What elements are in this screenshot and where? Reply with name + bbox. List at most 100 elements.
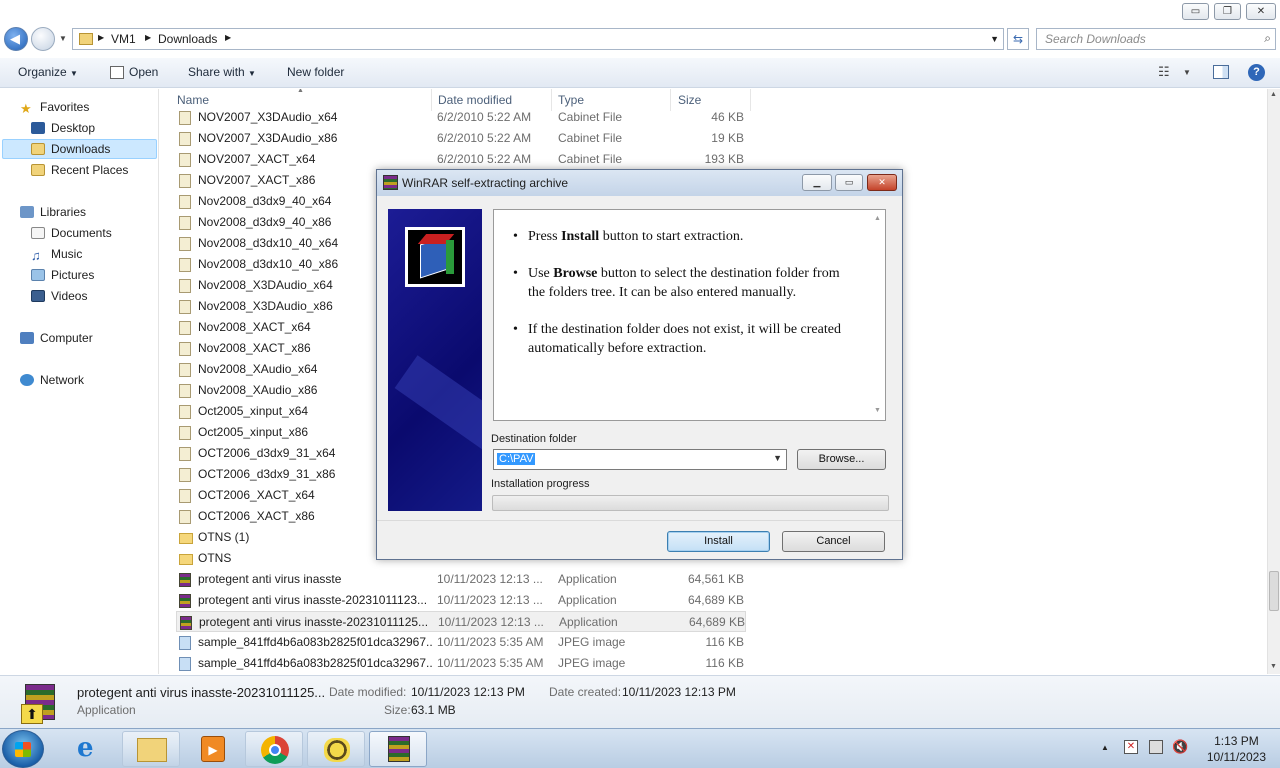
breadcrumb-vm1[interactable]: VM1 [111,32,136,46]
nav-videos[interactable]: Videos [31,286,87,306]
maximize-button[interactable]: ❐ [1214,3,1241,20]
computer-icon [20,332,34,344]
taskbar-media-player[interactable]: ▶ [184,731,242,767]
dialog-close-button[interactable]: ✕ [867,174,897,191]
file-date-modified: 10/11/2023 5:35 AM [437,635,544,649]
address-bar[interactable]: ▶ VM1 ▶ Downloads ▶ ▼ [72,28,1004,50]
minimize-button[interactable]: ▭ [1182,3,1209,20]
column-divider[interactable] [750,89,751,111]
help-icon[interactable]: ? [1248,64,1265,81]
chevron-down-icon[interactable]: ▼ [773,453,782,463]
chevron-down-icon[interactable]: ▼ [1183,68,1191,77]
destination-folder-combobox[interactable]: C:\PAV ▼ [493,449,787,470]
recent-pages-dropdown-icon[interactable]: ▼ [59,34,67,43]
file-type: Cabinet File [558,110,623,124]
winrar-archive-icon [179,573,191,587]
scroll-up-icon[interactable]: ▲ [874,214,881,222]
scroll-up-icon[interactable]: ▲ [1270,91,1277,98]
close-button[interactable]: ✕ [1246,3,1276,20]
taskbar-ie[interactable]: e [62,731,120,767]
file-size: 64,689 KB [687,593,744,607]
file-date-modified: 10/11/2023 12:13 ... [438,615,544,629]
preview-pane-icon[interactable] [1213,65,1229,79]
search-input[interactable]: Search Downloads ⌕ [1036,28,1276,50]
file-size: 116 KB [705,635,744,649]
search-placeholder: Search Downloads [1045,32,1146,46]
browse-button[interactable]: Browse... [797,449,886,470]
cabinet-file-icon [179,300,191,314]
address-row: ◀ ▼ ▶ VM1 ▶ Downloads ▶ ▼ ⇆ Search Downl… [0,24,1280,56]
share-with-button[interactable]: Share with ▼ [188,65,256,79]
destination-folder-value[interactable]: C:\PAV [497,453,536,465]
file-row[interactable]: protegent anti virus inasste-20231011125… [176,611,746,632]
installation-progress-label: Installation progress [491,478,590,490]
open-button[interactable]: Open [129,65,158,79]
taskbar-explorer[interactable] [122,731,180,767]
vertical-scrollbar[interactable]: ▲ ▼ [1267,89,1280,674]
taskbar-chrome[interactable] [245,731,303,767]
search-icon[interactable]: ⌕ [1264,31,1271,46]
column-name[interactable]: Name [177,93,209,107]
nav-favorites[interactable]: ★ Favorites [20,97,89,117]
cabinet-file-icon [179,258,191,272]
file-row[interactable]: NOV2007_XACT_x64 6/2/2010 5:22 AM Cabinet … [176,149,746,170]
file-row[interactable]: sample_841ffd4b6a083b2825f01dca32967... 1… [176,632,746,653]
nav-desktop[interactable]: Desktop [31,118,95,138]
chevron-right-icon[interactable]: ▶ [98,33,104,42]
instructions-scrollbar[interactable]: ▲ ▼ [871,210,885,420]
banner-stripe [394,355,482,503]
column-size[interactable]: Size [678,93,701,107]
scroll-thumb[interactable] [1269,571,1279,611]
dialog-minimize-button[interactable]: ▁ [802,174,832,191]
action-center-flag-icon[interactable]: ✕ [1124,740,1138,754]
nav-documents[interactable]: Documents [31,223,112,243]
winrar-dialog: WinRAR self-extracting archive ▁ ▭ ✕ Pre… [376,169,903,560]
nav-music[interactable]: ♫ Music [31,244,82,264]
chevron-right-icon[interactable]: ▶ [225,33,231,42]
image-file-icon [179,636,191,650]
nav-downloads[interactable]: Downloads [31,139,110,159]
show-hidden-icons-icon[interactable]: ▲ [1101,743,1109,752]
cabinet-file-icon [179,195,191,209]
winrar-archive-icon [179,594,191,608]
scroll-down-icon[interactable]: ▼ [1270,663,1277,670]
taskbar-winrar[interactable] [369,731,427,767]
back-button[interactable]: ◀ [4,27,28,51]
install-button[interactable]: Install [667,531,770,552]
dialog-titlebar[interactable]: WinRAR self-extracting archive ▁ ▭ ✕ [377,170,902,196]
start-button[interactable] [2,730,44,768]
taskbar-app[interactable] [307,731,365,767]
dialog-maximize-button[interactable]: ▭ [835,174,863,191]
cancel-button[interactable]: Cancel [782,531,885,552]
file-row[interactable]: protegent anti virus inasste-20231011123… [176,590,746,611]
refresh-button[interactable]: ⇆ [1007,28,1029,50]
scroll-down-icon[interactable]: ▼ [874,406,881,414]
file-row[interactable]: sample_841ffd4b6a083b2825f01dca32967... 1… [176,653,746,674]
file-row[interactable]: NOV2007_X3DAudio_x86 6/2/2010 5:22 AM Cabi… [176,128,746,149]
clock[interactable]: 1:13 PM 10/11/2023 [1207,733,1266,765]
nav-libraries[interactable]: Libraries [20,202,86,222]
address-dropdown-icon[interactable]: ▼ [990,34,999,44]
breadcrumb-downloads[interactable]: Downloads [158,32,217,46]
file-date-modified: 6/2/2010 5:22 AM [437,110,532,124]
column-date-modified[interactable]: Date modified [438,93,512,107]
nav-recent-places[interactable]: Recent Places [31,160,128,180]
file-row[interactable]: NOV2007_X3DAudio_x64 6/2/2010 5:22 AM Cabi… [176,107,746,128]
forward-button[interactable] [31,27,55,51]
view-options-icon[interactable]: ☷ [1158,64,1170,80]
new-folder-button[interactable]: New folder [287,65,344,79]
file-row[interactable]: protegent anti virus inasste 10/11/2023 1… [176,569,746,590]
organize-button[interactable]: Organize ▼ [18,65,78,79]
chevron-right-icon[interactable]: ▶ [145,33,151,42]
details-file-name: protegent anti virus inasste-20231011125… [77,685,326,700]
column-type[interactable]: Type [558,93,584,107]
network-tray-icon[interactable] [1149,740,1163,754]
nav-network[interactable]: Network [20,370,84,390]
nav-pictures[interactable]: Pictures [31,265,94,285]
cabinet-file-icon [179,342,191,356]
videos-icon [31,290,45,302]
file-size: 116 KB [705,656,744,670]
volume-muted-icon[interactable]: 🔇 [1172,739,1188,755]
cabinet-file-icon [179,111,191,125]
nav-computer[interactable]: Computer [20,328,93,348]
